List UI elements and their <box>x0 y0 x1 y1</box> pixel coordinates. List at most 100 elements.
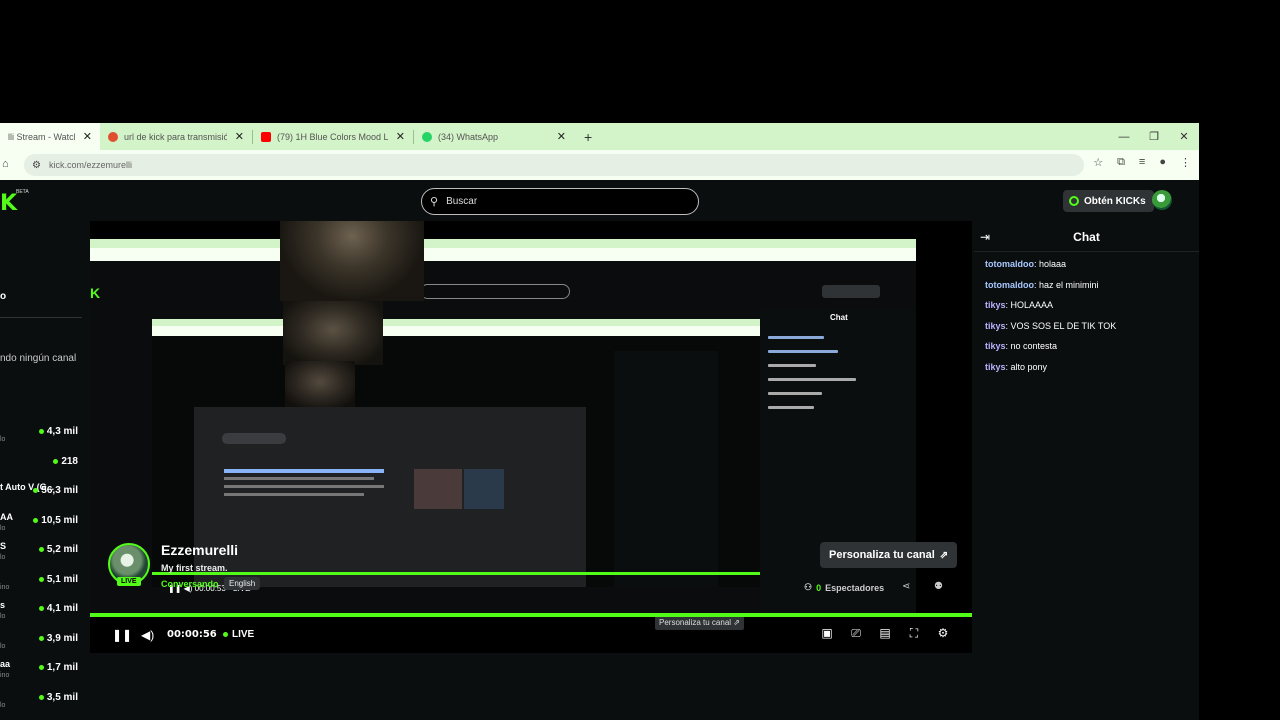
captured-chat-line <box>768 350 838 353</box>
clip-icon[interactable]: ⎚ <box>849 626 863 640</box>
sidebar-viewer-value: 5,2 mil <box>46 544 78 555</box>
chat-text: VOS SOS EL DE TIK TOK <box>1010 320 1117 331</box>
browser-window: lli Stream - Watch ✕ url de kick para tr… <box>0 123 1199 720</box>
sidebar-channel-item[interactable]: lo 3,5 mil <box>0 689 80 717</box>
chat-username[interactable]: totomaldoo <box>985 259 1034 269</box>
sidebar-channel-name: aa <box>0 659 11 669</box>
tab-whatsapp[interactable]: (34) WhatsApp ✕ <box>414 123 574 150</box>
menu-icon[interactable]: ⋮ <box>1180 156 1191 169</box>
collapse-chat-icon[interactable]: ⇥ <box>980 230 990 244</box>
viewer-count-value: 0 <box>816 582 822 593</box>
search-icon: ⚲ <box>430 196 439 208</box>
chat-username[interactable]: tikys <box>985 362 1006 372</box>
sidebar-channel-category: lo <box>0 642 6 650</box>
sidebar-channel-item[interactable]: ino 5,1 mil <box>0 571 80 599</box>
search-input[interactable]: ⚲ Buscar <box>421 188 699 215</box>
follow-user-icon[interactable]: ⚉ <box>934 581 943 592</box>
close-tab-icon[interactable]: ✕ <box>396 130 405 143</box>
tab-label: (34) WhatsApp <box>438 131 499 142</box>
sidebar-channel-item[interactable]: 218 <box>0 453 80 481</box>
chat-username[interactable]: tikys <box>985 341 1006 351</box>
profile-icon[interactable]: ● <box>1159 156 1166 169</box>
sidebar-channel-item[interactable]: t Auto V (G... 56,3 mil <box>0 482 80 510</box>
captured-kicks-button <box>822 285 880 298</box>
chat-username[interactable]: tikys <box>985 321 1006 331</box>
sidebar-viewer-value: 3,9 mil <box>46 632 78 644</box>
sidebar-channel-item[interactable]: aa ino 1,7 mil <box>0 659 80 687</box>
close-tab-icon[interactable]: ✕ <box>557 130 566 143</box>
tab-label: url de kick para transmisión - D <box>124 131 227 142</box>
sidebar-channel-item[interactable]: Slo 5,2 mil <box>0 541 80 569</box>
sidebar: o ndo ningún canal lo 4,3 mil 218 t Auto V … <box>0 123 85 720</box>
whatsapp-icon <box>422 131 432 142</box>
captured-chat-title: Chat <box>830 313 848 322</box>
settings-gear-icon[interactable]: ⚙ <box>936 626 950 640</box>
captured-address-bar <box>90 248 916 261</box>
sidebar-channel-name: AA <box>0 511 13 522</box>
browser-toolbar-icons: ☆ ⧉ ≡ ● ⋮ <box>1093 156 1191 169</box>
live-dot-icon <box>53 458 59 464</box>
captured-search <box>420 284 570 299</box>
chat-message: totomaldoo: holaaa <box>985 259 1066 269</box>
new-tab-icon[interactable]: + <box>584 129 592 145</box>
bookmark-star-icon[interactable]: ☆ <box>1093 156 1103 169</box>
chat-message: tikys: no contesta <box>985 341 1057 351</box>
chat-text: alto pony <box>1010 362 1048 372</box>
sidebar-viewer-count: 3,5 mil <box>38 692 78 703</box>
tab-url-kick[interactable]: url de kick para transmisión - D ✕ <box>100 123 252 150</box>
sidebar-channel-category: lo <box>0 436 6 443</box>
captured-chat-line <box>768 406 814 409</box>
minimize-icon[interactable]: — <box>1109 131 1139 143</box>
chat-title: Chat <box>1073 230 1100 244</box>
sidebar-viewer-count: 218 <box>53 456 78 467</box>
volume-icon[interactable]: ◀) <box>141 628 154 642</box>
theater-mode-icon[interactable]: ▤ <box>878 626 892 640</box>
captured-address-bar <box>152 326 760 336</box>
chat-text: holaaa <box>1039 259 1067 269</box>
sidebar-divider <box>0 317 82 318</box>
sidebar-channel-item[interactable]: AA lo 10,5 mil <box>0 512 80 540</box>
language-tag[interactable]: English <box>224 577 261 590</box>
extensions-icon[interactable]: ⧉ <box>1117 156 1125 169</box>
sidebar-channel-item[interactable]: lo 3,9 mil <box>0 630 80 658</box>
restore-icon[interactable]: ❐ <box>1139 130 1169 143</box>
stream-category[interactable]: Conversando <box>161 579 219 589</box>
share-icon[interactable]: ⋖ <box>902 581 910 592</box>
sidebar-viewer-count: 3,9 mil <box>38 632 78 644</box>
live-dot-icon <box>38 429 44 434</box>
progress-bar[interactable] <box>90 613 972 617</box>
sidebar-channel-item[interactable]: s lo 4,1 mil <box>0 600 80 628</box>
get-kicks-button[interactable]: Obtén KICKs <box>1063 190 1154 212</box>
captured-chat-line <box>768 336 824 339</box>
live-dot-icon <box>38 665 44 670</box>
chat-username[interactable]: tikys <box>985 300 1006 310</box>
sidebar-channel-category: lo <box>0 524 6 532</box>
tab-label: (79) 1H Blue Colors Mood Light <box>277 131 388 142</box>
pause-icon[interactable]: ❚❚ <box>112 628 132 642</box>
chat-text: HOLAAAA <box>1010 300 1054 311</box>
fullscreen-icon[interactable]: ⛶ <box>907 626 921 640</box>
sidebar-channel-category: lo <box>0 554 6 561</box>
tab-youtube[interactable]: (79) 1H Blue Colors Mood Light ✕ <box>253 123 413 150</box>
miniplayer-icon[interactable]: ▣ <box>820 626 834 640</box>
media-icon[interactable]: ≡ <box>1139 156 1145 169</box>
chat-header: Chat ⇥ <box>974 221 1199 252</box>
sidebar-viewer-value: 1,7 mil <box>46 662 78 673</box>
live-dot-icon <box>33 488 39 493</box>
captured-search-page <box>194 407 586 587</box>
stream-title: My first stream. <box>161 563 228 573</box>
chat-text: no contesta <box>1010 341 1058 352</box>
live-label: LIVE <box>232 629 255 640</box>
close-tab-icon[interactable]: ✕ <box>235 130 244 143</box>
channel-name[interactable]: Ezzemurelli <box>161 542 238 558</box>
viewers-icon: ⚇ <box>804 582 813 592</box>
chat-username[interactable]: totomaldoo <box>985 280 1034 290</box>
webcam-overlay-nested <box>285 361 355 407</box>
customize-channel-button[interactable]: Personaliza tu canal ⇗ <box>820 542 958 568</box>
sidebar-channel-item[interactable]: lo 4,3 mil <box>0 423 80 451</box>
close-window-icon[interactable]: ✕ <box>1169 130 1199 143</box>
url-field[interactable]: ⚙ kick.com/ezzemurelli <box>24 154 1084 176</box>
user-avatar[interactable] <box>1152 190 1172 210</box>
get-kicks-label: Obtén KICKs <box>1084 195 1146 207</box>
kicks-coin-icon <box>1069 196 1079 206</box>
